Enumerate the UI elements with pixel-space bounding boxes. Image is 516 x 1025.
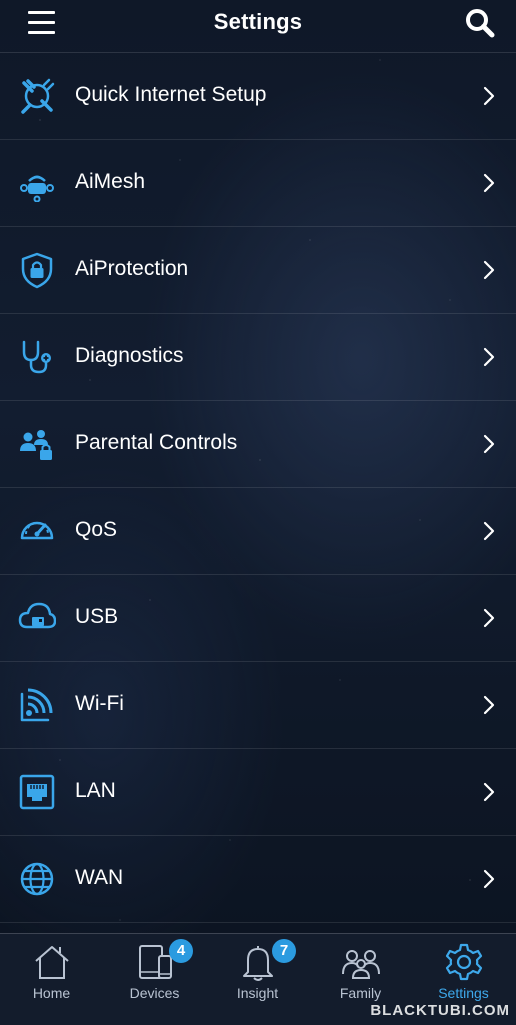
chevron-right-icon [483, 434, 495, 454]
settings-list: Quick Internet Setup AiMesh AiProtection [0, 53, 516, 923]
tab-insight[interactable]: 7 Insight [206, 934, 309, 1025]
settings-item-qos[interactable]: QoS [0, 488, 516, 575]
settings-item-wan[interactable]: WAN [0, 836, 516, 923]
chevron-right-icon [483, 608, 495, 628]
speedometer-icon [20, 521, 54, 540]
watermark: BLACKTUBI.COM [370, 1002, 510, 1019]
chevron-right-icon [483, 260, 495, 280]
globe-icon [20, 862, 54, 896]
settings-item-quick-internet-setup[interactable]: Quick Internet Setup [0, 53, 516, 140]
settings-item-wifi[interactable]: Wi-Fi [0, 662, 516, 749]
tab-label: Insight [236, 985, 279, 1001]
page-title: Settings [213, 9, 303, 34]
devices-count-badge: 4 [169, 939, 193, 963]
chevron-right-icon [483, 86, 495, 106]
cloud-usb-icon [18, 602, 56, 629]
chevron-right-icon [483, 347, 495, 367]
stethoscope-icon [22, 340, 51, 374]
settings-item-diagnostics[interactable]: Diagnostics [0, 314, 516, 401]
settings-item-usb[interactable]: USB [0, 575, 516, 662]
settings-item-label: QoS [75, 518, 118, 541]
bottom-tab-bar: Home 4 Devices 7 Insight Family Settings… [0, 933, 516, 1025]
settings-item-label: Parental Controls [75, 431, 238, 454]
settings-item-label: USB [75, 605, 119, 628]
settings-item-aiprotection[interactable]: AiProtection [0, 227, 516, 314]
wifi-signal-icon [20, 688, 53, 722]
chevron-right-icon [483, 695, 495, 715]
chevron-right-icon [483, 521, 495, 541]
family-icon [341, 950, 380, 979]
tab-label: Devices [129, 985, 180, 1001]
chevron-right-icon [483, 782, 495, 802]
settings-item-label: Diagnostics [75, 344, 184, 367]
family-lock-icon [20, 430, 52, 460]
settings-item-label: Wi-Fi [75, 692, 124, 715]
tab-label: Home [32, 985, 71, 1001]
shield-lock-icon [21, 252, 53, 289]
tab-label: Family [339, 985, 382, 1001]
tab-label: Settings [438, 985, 489, 1001]
search-icon [466, 9, 495, 38]
settings-item-label: Quick Internet Setup [75, 83, 267, 106]
settings-item-label: WAN [75, 866, 124, 889]
settings-item-lan[interactable]: LAN [0, 749, 516, 836]
search-button[interactable] [464, 7, 496, 39]
settings-item-aimesh[interactable]: AiMesh [0, 140, 516, 227]
mesh-router-icon [20, 175, 54, 202]
insight-count-badge: 7 [272, 939, 296, 963]
house-icon [34, 946, 69, 979]
ethernet-port-icon [19, 774, 55, 810]
settings-item-parental-controls[interactable]: Parental Controls [0, 401, 516, 488]
gear-icon [445, 943, 482, 981]
chevron-right-icon [483, 173, 495, 193]
settings-item-label: AiMesh [75, 170, 146, 193]
tools-globe-icon [21, 78, 55, 114]
top-bar: Settings [0, 0, 516, 53]
chevron-right-icon [483, 869, 495, 889]
tab-home[interactable]: Home [0, 934, 103, 1025]
settings-item-label: AiProtection [75, 257, 189, 280]
settings-item-label: LAN [75, 779, 116, 802]
tab-devices[interactable]: 4 Devices [103, 934, 206, 1025]
